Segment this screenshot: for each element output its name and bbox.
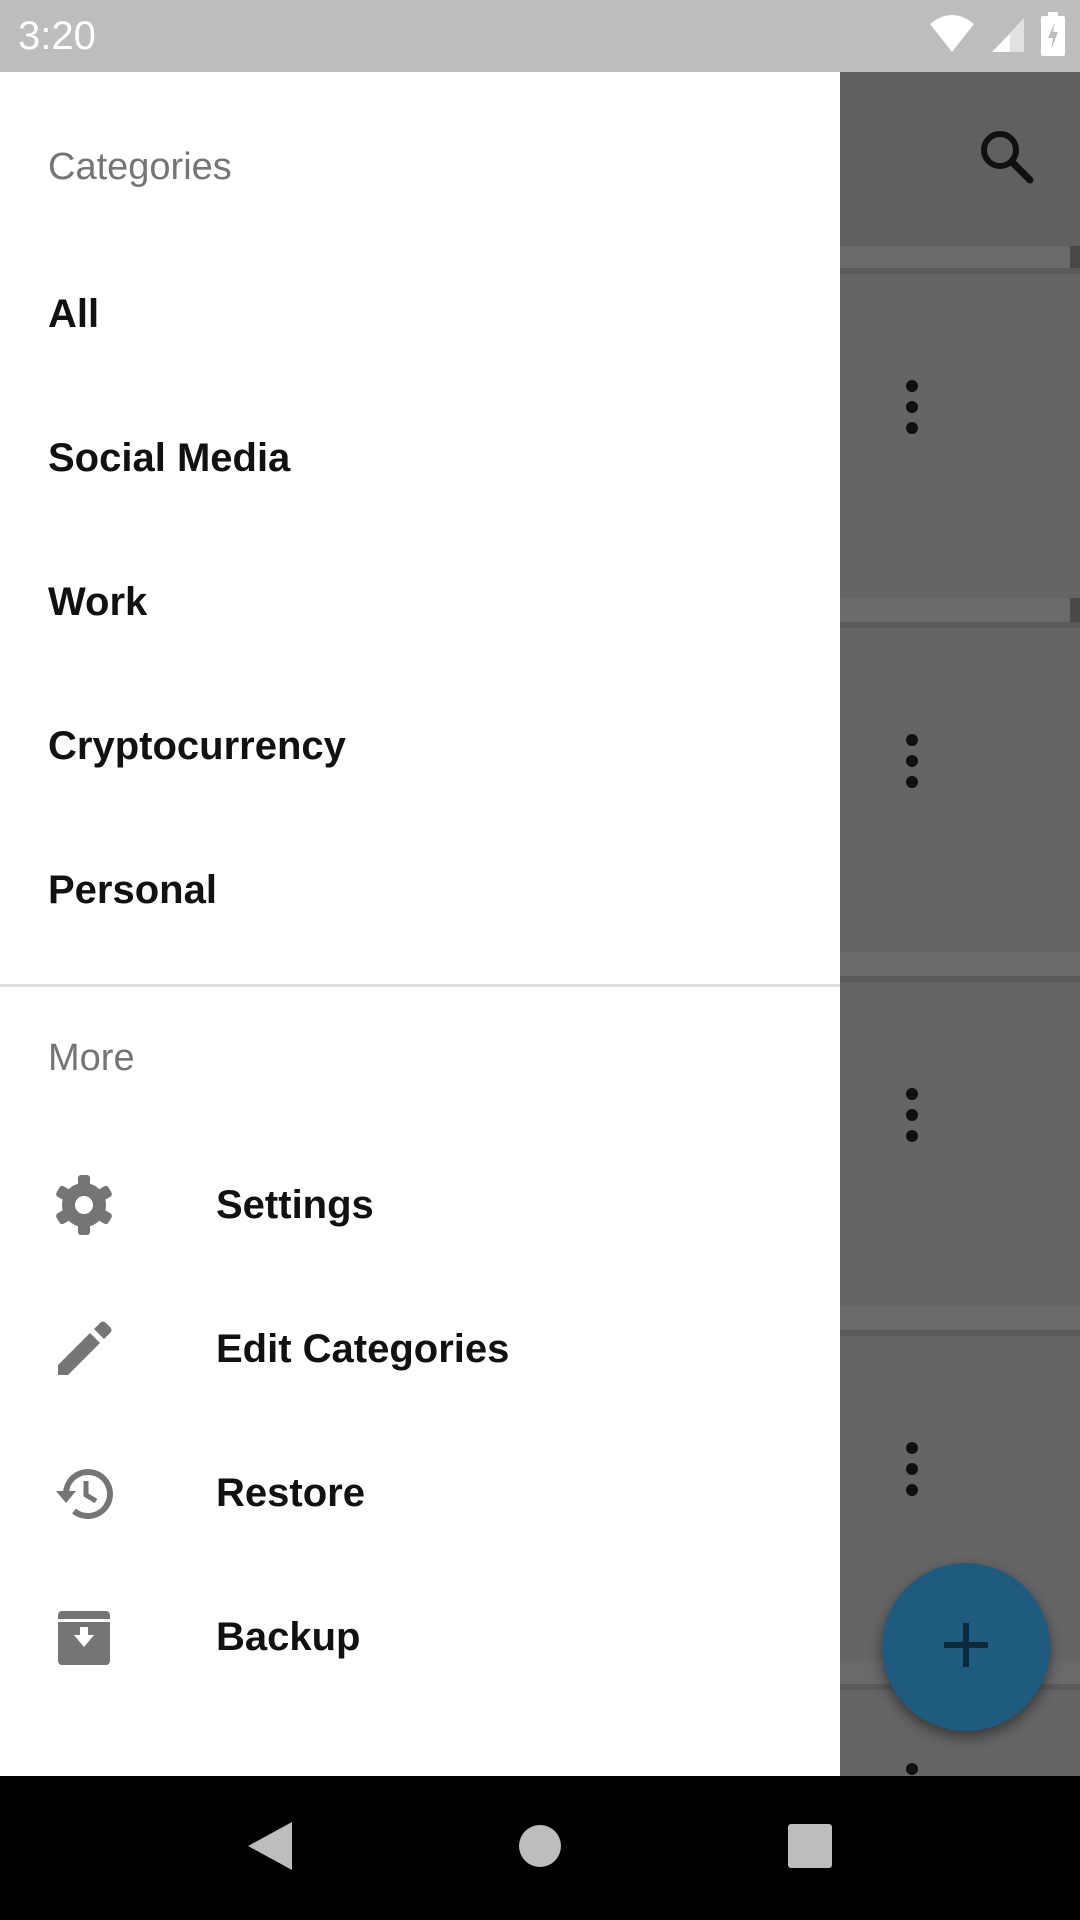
home-icon	[516, 1822, 564, 1875]
restore-label: Restore	[216, 1470, 365, 1515]
edit-categories-label: Edit Categories	[216, 1326, 510, 1371]
status-icons	[928, 11, 1066, 61]
settings-label: Settings	[216, 1182, 374, 1227]
wifi-icon	[928, 14, 976, 59]
category-label: Work	[48, 579, 148, 624]
pencil-icon	[48, 1313, 120, 1385]
battery-charging-icon	[1040, 11, 1066, 61]
history-icon	[48, 1457, 120, 1529]
recents-button[interactable]	[774, 1812, 846, 1884]
backup-label: Backup	[216, 1614, 361, 1659]
back-icon	[244, 1818, 296, 1879]
recents-icon	[787, 1823, 833, 1874]
category-label: Cryptocurrency	[48, 723, 346, 768]
category-item-personal[interactable]: Personal	[0, 818, 840, 962]
edit-categories-item[interactable]: Edit Categories	[0, 1277, 840, 1421]
category-label: Social Media	[48, 435, 291, 480]
category-item-cryptocurrency[interactable]: Cryptocurrency	[0, 674, 840, 818]
backup-item[interactable]: Backup	[0, 1565, 840, 1709]
add-icon	[942, 1621, 990, 1674]
add-entry-fab[interactable]	[882, 1563, 1050, 1731]
navigation-drawer: Categories All Social Media Work Cryptoc…	[0, 72, 840, 1776]
system-nav-bar	[0, 1776, 1080, 1920]
settings-item[interactable]: Settings	[0, 1133, 840, 1277]
category-label: All	[48, 291, 100, 336]
category-item-all[interactable]: All	[0, 242, 840, 386]
category-item-work[interactable]: Work	[0, 530, 840, 674]
category-item-social-media[interactable]: Social Media	[0, 386, 840, 530]
archive-icon	[48, 1601, 120, 1673]
categories-header: Categories	[48, 146, 232, 188]
status-time: 3:20	[18, 14, 96, 58]
status-bar: 3:20	[0, 0, 1080, 72]
restore-item[interactable]: Restore	[0, 1421, 840, 1565]
cellular-signal-icon	[990, 14, 1026, 59]
drawer-divider	[0, 984, 840, 987]
home-button[interactable]	[504, 1812, 576, 1884]
category-label: Personal	[48, 867, 217, 912]
back-button[interactable]	[234, 1812, 306, 1884]
more-header: More	[48, 1037, 135, 1079]
gear-icon	[48, 1169, 120, 1241]
